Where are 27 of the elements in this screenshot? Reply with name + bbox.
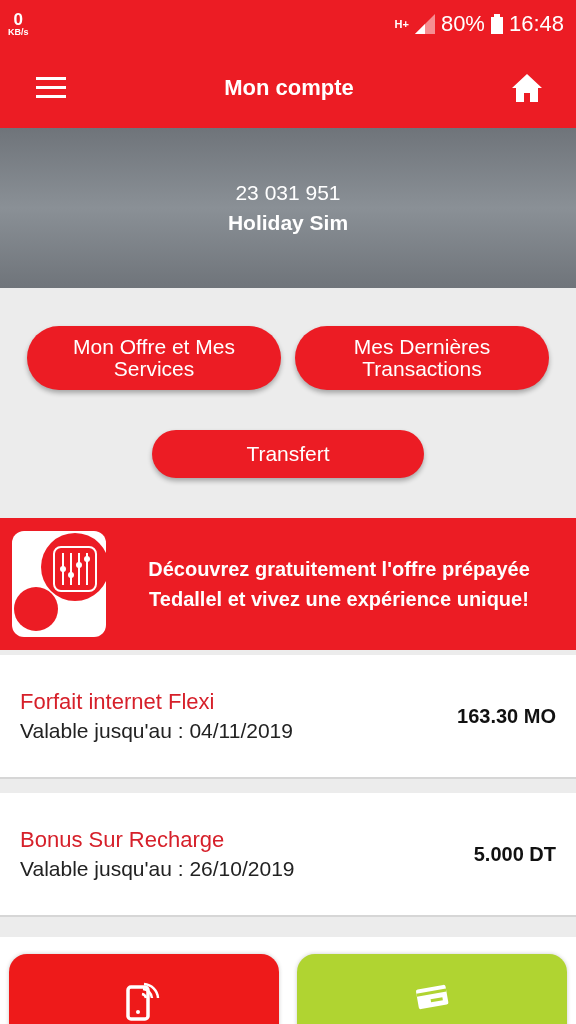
action-button[interactable]: Mon Offre et Mes Services	[27, 325, 281, 390]
balance-amount: 163.30 MO	[457, 704, 556, 728]
validity-date: Valable jusqu'au : 04/11/2019	[20, 719, 294, 743]
battery-percent: 80%	[440, 11, 485, 37]
home-icon[interactable]	[512, 74, 542, 102]
promo-text: Découvrez gratuitement l'offre prépayée Tedallel et vivez une expérience unique!	[147, 557, 531, 612]
menu-icon[interactable]	[36, 77, 66, 99]
app-logo-icon	[12, 531, 106, 637]
validity-date: Valable jusqu'au : 26/10/2019	[20, 857, 296, 881]
speed-value: 0	[13, 11, 23, 28]
phone-number: 23 031 951	[235, 181, 341, 205]
balance-title: Bonus Sur Recharge	[20, 827, 226, 853]
action-button[interactable]: Transfert	[152, 429, 424, 478]
clock: 16:48	[508, 11, 564, 37]
balance-amount: 5.000 DT	[473, 842, 556, 866]
network-type: H+	[394, 18, 409, 30]
speed-unit: KB/s	[8, 28, 29, 37]
signal-icon	[414, 14, 435, 34]
balance-title: Forfait internet Flexi	[20, 689, 216, 715]
shortcut-tile[interactable]	[297, 954, 567, 1024]
phone-signal-icon	[126, 981, 162, 1021]
page-title: Mon compte	[224, 75, 354, 101]
action-button[interactable]: Mes Dernières Transactions	[295, 325, 549, 390]
shortcut-tile[interactable]	[9, 954, 279, 1024]
promo-banner[interactable]: Découvrez gratuitement l'offre prépayée Tedallel et vivez une expérience unique!	[0, 518, 576, 650]
plan-name: Holiday Sim	[227, 211, 349, 235]
battery-icon	[490, 14, 503, 34]
